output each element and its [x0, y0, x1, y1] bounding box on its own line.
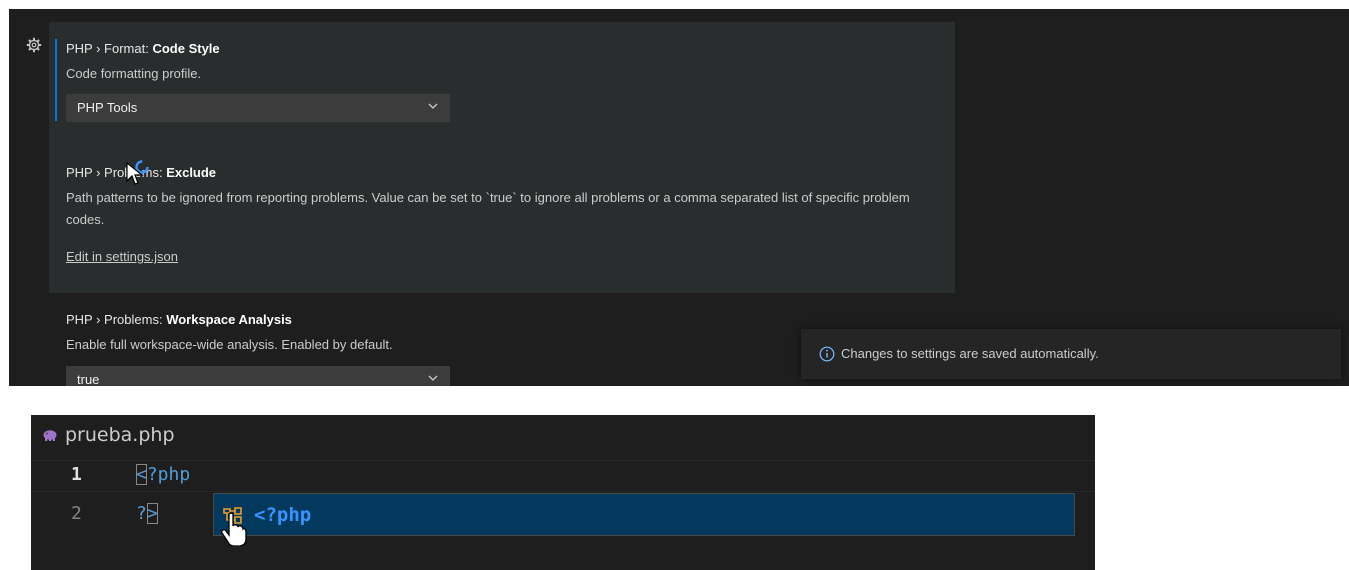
setting-category: PHP › Problems: — [66, 312, 167, 327]
setting-category: PHP › Format: — [66, 41, 153, 56]
editor-tab-filename[interactable]: prueba.php — [65, 424, 175, 446]
focus-indicator — [55, 39, 57, 121]
select-value: PHP Tools — [77, 100, 138, 115]
workspace-analysis-select[interactable]: true — [66, 366, 450, 386]
code-token: ? — [136, 503, 147, 524]
code-style-select[interactable]: PHP Tools — [66, 94, 450, 122]
line-number: 1 — [71, 464, 82, 485]
chevron-down-icon — [428, 103, 438, 109]
setting-category: PHP › Problems: — [66, 165, 167, 180]
setting-name: Exclude — [166, 165, 217, 180]
gear-icon[interactable] — [26, 37, 42, 53]
edit-in-settings-json-link[interactable]: Edit in settings.json — [66, 249, 178, 264]
code-editor: prueba.php 1 <?php 2 ?> <?php — [31, 415, 1095, 570]
select-value: true — [77, 372, 100, 386]
code-line[interactable]: 1 <?php — [31, 460, 1095, 492]
notification-toast: Changes to settings are saved automatica… — [801, 329, 1341, 379]
suggestion-item[interactable]: <?php — [213, 493, 1075, 536]
setting-description: Code formatting profile. — [66, 66, 202, 81]
setting-name: Workspace Analysis — [166, 312, 292, 327]
setting-format-code-style[interactable]: PHP › Format: Code Style Code formatting… — [49, 22, 955, 146]
info-icon — [819, 346, 835, 362]
code-token: ?php — [146, 464, 191, 485]
setting-description: Path patterns to be ignored from reporti… — [66, 190, 910, 227]
setting-problems-exclude[interactable]: PHP › Problems: Exclude Path patterns to… — [49, 146, 955, 293]
settings-panel: PHP › Format: Code Style Code formatting… — [9, 9, 1349, 386]
notification-message: Changes to settings are saved automatica… — [841, 346, 1099, 361]
mouse-pointer-icon — [126, 162, 144, 185]
line-number: 2 — [71, 503, 82, 524]
php-elephant-icon — [43, 430, 57, 441]
bracket-highlight: < — [136, 464, 147, 485]
setting-title: PHP › Format: Code Style — [66, 41, 220, 56]
bracket-highlight: > — [146, 503, 158, 524]
chevron-down-icon — [428, 375, 438, 381]
code-text: ?> — [136, 503, 158, 524]
hand-pointer-icon — [221, 512, 247, 546]
suggestion-label: <?php — [254, 504, 312, 526]
setting-name: Code Style — [152, 41, 220, 56]
code-text: <?php — [136, 464, 190, 485]
setting-title: PHP › Problems: Workspace Analysis — [66, 312, 292, 327]
